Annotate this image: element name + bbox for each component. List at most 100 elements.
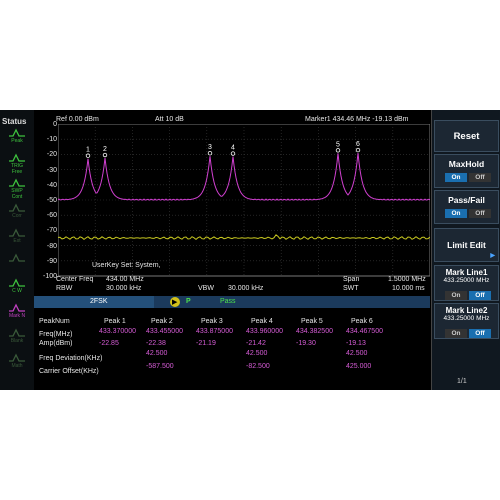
table-cell: 42.500 [346, 350, 368, 357]
ref-level: Ref 0.00 dBm [56, 116, 99, 123]
table-cell: 433.370000 [99, 328, 136, 335]
pass-result: Pass [220, 298, 236, 305]
mark-line2-label: Mark Line2 [445, 306, 488, 315]
y-tick-label: -80 [46, 242, 57, 250]
blank-icon [9, 328, 25, 337]
marker-dot [230, 151, 236, 156]
status-item: Math [3, 353, 31, 374]
status-item: Peak [3, 128, 31, 149]
swt-value: 10.000 ms [392, 285, 425, 292]
page-indicator: 1/1 [457, 378, 467, 385]
passfail-on-toggle[interactable]: On [445, 209, 467, 218]
center-freq-label: Center Freq [56, 276, 94, 283]
mark-line1-label: Mark Line1 [445, 268, 488, 277]
center-freq-value: 434.00 MHz [106, 276, 144, 283]
analyzer-screen: Status Peak TRIG Free SWP Cont Corr Ext C W Ma… [0, 110, 500, 390]
spectrum-graph: 1 2 3 4 5 6 [58, 124, 430, 277]
peak-header: Peak 3 [201, 318, 223, 325]
passfail-off-toggle[interactable]: Off [469, 209, 491, 218]
y-tick-label: -70 [46, 227, 57, 235]
y-tick-label: -90 [46, 257, 57, 265]
submenu-arrow-icon: ▶ [490, 253, 495, 259]
status-item: Blank [3, 328, 31, 349]
table-cell: -21.42 [246, 340, 266, 347]
table-cell: 42.500 [246, 350, 268, 357]
y-tick-label: -50 [46, 197, 57, 204]
mark-line2-button[interactable]: Mark Line2 433.25000 MHz On Off [434, 303, 499, 339]
peak-table: PeakNum Peak 1 Peak 2 Peak 3 Peak 4 Peak 5 Pe… [34, 308, 430, 390]
peak-header: Peak 5 [301, 318, 323, 325]
passfail-button[interactable]: Pass/Fail On Off [434, 190, 499, 224]
mark-line2-on-toggle[interactable]: On [445, 329, 467, 338]
table-cell: 425.000 [346, 363, 372, 370]
marker-dot [355, 147, 361, 153]
sweep-icon [9, 178, 25, 187]
rbw-value: 30.000 kHz [106, 285, 142, 292]
table-cell: -22.85 [99, 340, 119, 347]
softkey-panel: Reset MaxHold On Off Pass/Fail On Off Li… [431, 110, 500, 390]
marker-label: 4 [231, 145, 235, 152]
table-cell: 433.455000 [146, 328, 183, 335]
reset-label: Reset [453, 131, 480, 142]
marker-label: 3 [208, 144, 212, 151]
span-value: 1.5000 MHz [388, 276, 426, 283]
peak-icon [9, 128, 25, 137]
table-cell: -587.500 [146, 363, 174, 370]
marker-icon [9, 303, 25, 312]
mark-line1-button[interactable]: Mark Line1 433.25000 MHz On Off [434, 265, 499, 301]
corr-icon [9, 203, 25, 212]
peak-header: Peak 6 [351, 318, 373, 325]
mark-line1-off-toggle[interactable]: Off [469, 291, 491, 300]
span-label: Span [343, 276, 360, 283]
mark-line1-on-toggle[interactable]: On [445, 291, 467, 300]
table-cell: 434.382500 [296, 328, 333, 335]
table-cell: -19.30 [296, 340, 316, 347]
maxhold-off-toggle[interactable]: Off [469, 173, 491, 182]
marker-label: 2 [103, 146, 107, 153]
maxhold-on-toggle[interactable]: On [445, 173, 467, 182]
marker-label: 1 [86, 147, 90, 154]
row-label: Amp(dBm) [39, 340, 73, 347]
table-cell: -19.13 [346, 340, 366, 347]
status-item: SWP Cont [3, 178, 31, 200]
status-item-label: Peak [11, 138, 23, 144]
table-cell: 434.467500 [346, 328, 383, 335]
cw-icon [9, 278, 25, 287]
ext-icon [9, 228, 25, 237]
table-cell: 42.500 [146, 350, 168, 357]
peak-header: Peak 4 [251, 318, 273, 325]
status-item-label: Mark N [8, 313, 26, 319]
y-tick-label: -100 [42, 273, 57, 280]
y-tick-label: -30 [46, 166, 57, 174]
trig-icon [9, 153, 25, 162]
y-tick-label: -60 [46, 212, 57, 220]
status-item-label: C W [12, 288, 22, 294]
user-key-set: UserKey Set: System, [92, 262, 161, 269]
marker-readout: Marker1 434.46 MHz -19.13 dBm [305, 116, 409, 123]
reset-button[interactable]: Reset [434, 120, 499, 152]
status-panel: Status Peak TRIG Free SWP Cont Corr Ext C W Ma… [0, 110, 34, 390]
table-cell: -22.38 [146, 340, 166, 347]
status-item-label: Blank [10, 338, 24, 344]
mark-line2-off-toggle[interactable]: Off [469, 329, 491, 338]
status-item: TRIG Free [3, 153, 31, 175]
trace-icon [9, 253, 25, 262]
marker-dot [102, 152, 108, 158]
y-tick-label: -40 [46, 181, 57, 189]
maxhold-button[interactable]: MaxHold On Off [434, 154, 499, 188]
status-item-label: Ext [13, 238, 21, 244]
peaknum-header: PeakNum [39, 318, 70, 325]
limit-edit-button[interactable]: Limit Edit ▶ [434, 228, 499, 262]
marker-dot [335, 148, 341, 153]
marker-label: 6 [356, 141, 360, 148]
peak-header: Peak 1 [104, 318, 126, 325]
limit-edit-label: Limit Edit [447, 240, 486, 250]
status-item-label: TRIG Free [11, 163, 23, 175]
status-item-label: Math [11, 363, 23, 369]
status-item-label: SWP Cont [11, 188, 23, 200]
mark-line1-value: 433.25000 MHz [443, 277, 490, 284]
table-cell: -82.500 [246, 363, 270, 370]
p-indicator: P [186, 298, 191, 305]
fsk-tab[interactable]: 2FSK [34, 296, 154, 308]
marker-dot [207, 151, 213, 156]
